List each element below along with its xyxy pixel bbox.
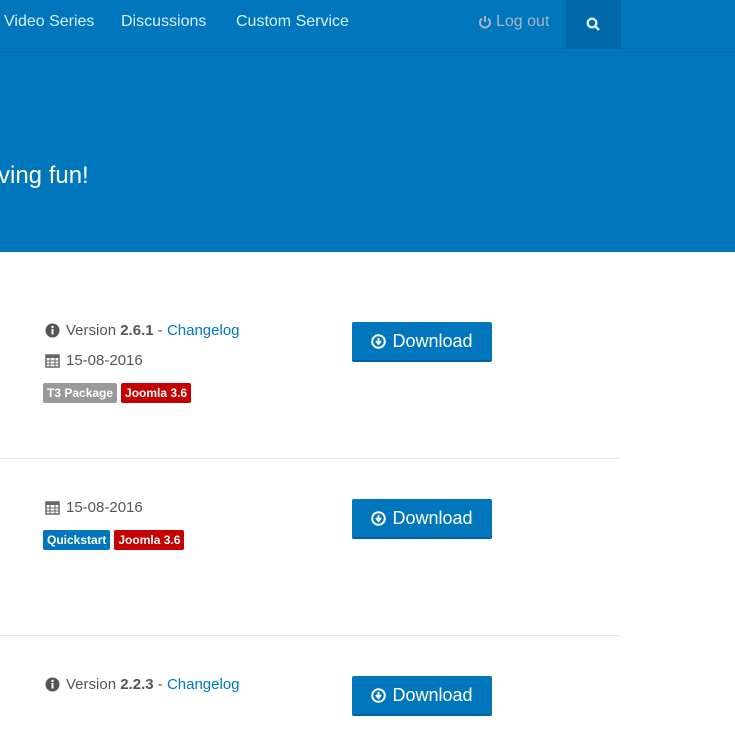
download-icon: [371, 510, 387, 526]
nav-custom-service[interactable]: Custom Service: [236, 13, 349, 31]
tag-t3-package: T3 Package: [43, 383, 118, 403]
logout-link[interactable]: Log out: [478, 13, 549, 31]
download-icon: [371, 687, 387, 703]
hero-banner: ving fun!: [0, 49, 735, 252]
nav-discussions[interactable]: Discussions: [121, 13, 206, 31]
release-date: 15-08-2016: [66, 352, 143, 369]
changelog-link[interactable]: Changelog: [167, 322, 240, 339]
date-line: 15-08-2016: [45, 499, 143, 516]
top-nav: Video Series Discussions Custom Service …: [0, 0, 735, 49]
search-button[interactable]: [566, 0, 621, 48]
info-icon: [45, 677, 60, 692]
hero-text: ving fun!: [0, 162, 89, 189]
info-icon: [45, 323, 60, 338]
download-button[interactable]: Download: [352, 499, 492, 539]
search-icon: [586, 16, 600, 31]
logout-label: Log out: [496, 13, 550, 30]
calendar-icon: [45, 354, 60, 368]
version-line: Version 2.2.3 - Changelog: [45, 676, 240, 693]
tag-list: T3 Package Joomla 3.6: [43, 383, 192, 403]
download-item: 15-08-2016 Quickstart Joomla 3.6 Downloa…: [0, 459, 620, 636]
download-button[interactable]: Download: [352, 322, 492, 362]
changelog-link[interactable]: Changelog: [167, 676, 240, 693]
nav-video-series[interactable]: Video Series: [4, 13, 94, 31]
tag-list: Quickstart Joomla 3.6: [43, 530, 185, 550]
download-item: Version 2.2.3 - Changelog Download: [0, 636, 620, 736]
date-line: 15-08-2016: [45, 352, 143, 369]
tag-joomla: Joomla 3.6: [121, 383, 192, 403]
release-date: 15-08-2016: [66, 499, 143, 516]
version-number: 2.6.1: [120, 322, 154, 339]
calendar-icon: [45, 501, 60, 515]
version-line: Version 2.6.1 - Changelog: [45, 322, 240, 339]
power-icon: [479, 16, 491, 29]
download-item: Version 2.6.1 - Changelog 15-08-2016 T3 …: [0, 252, 620, 459]
tag-joomla: Joomla 3.6: [114, 530, 185, 550]
download-button[interactable]: Download: [352, 676, 492, 716]
version-number: 2.2.3: [120, 676, 154, 693]
tag-quickstart: Quickstart: [43, 530, 111, 550]
download-icon: [371, 333, 387, 349]
